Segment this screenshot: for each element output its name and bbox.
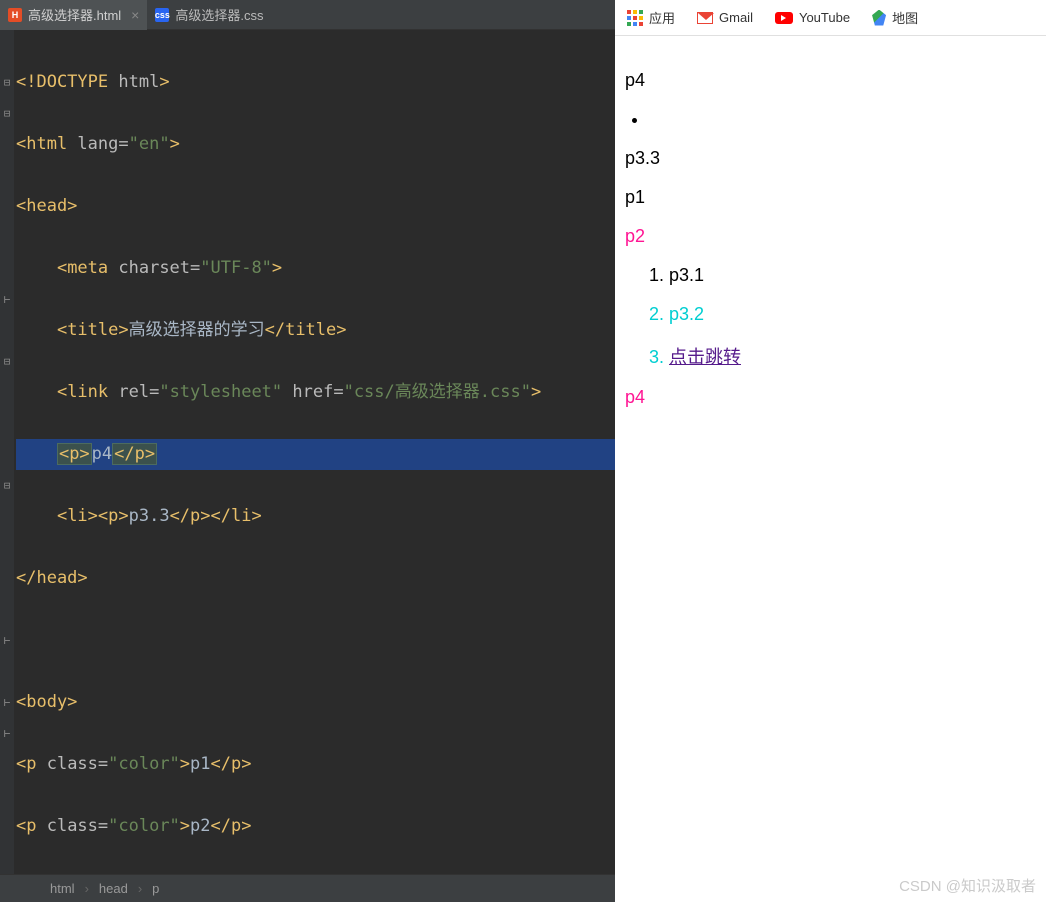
list-item: p3.1 [669, 265, 1036, 286]
editor-pane: H 高级选择器.html × css 高级选择器.css ⊟ ⊟ ⊢ ⊟ ⊟ [0, 0, 615, 902]
text-p4b: p4 [625, 387, 1036, 408]
rendered-page: p4 p3.3 p1 p2 p3.1 p3.2 点击跳转 p4 [615, 36, 1046, 442]
bookmark-youtube[interactable]: YouTube [775, 10, 850, 25]
text-p1: p1 [625, 187, 1036, 208]
breadcrumb-item[interactable]: p [152, 881, 159, 896]
close-icon[interactable]: × [131, 7, 139, 23]
chevron-right-icon: › [138, 881, 142, 896]
apps-icon [627, 10, 643, 26]
text-p33: p3.3 [625, 148, 1036, 169]
bookmarks-bar: 应用 Gmail YouTube 地图 [615, 0, 1046, 36]
bookmark-apps[interactable]: 应用 [627, 8, 675, 27]
empty-list-item [649, 109, 1036, 130]
editor-tabs: H 高级选择器.html × css 高级选择器.css [0, 0, 615, 30]
list-item: p3.2 [669, 304, 1036, 325]
youtube-icon [775, 12, 793, 24]
browser-pane: 应用 Gmail YouTube 地图 p4 p3.3 p1 p2 p3.1 p… [615, 0, 1046, 902]
bookmark-gmail[interactable]: Gmail [697, 10, 753, 25]
tab-html-file[interactable]: H 高级选择器.html × [0, 0, 147, 30]
breadcrumb[interactable]: html › head › p [0, 874, 615, 902]
text-p2: p2 [625, 226, 1036, 247]
breadcrumb-item[interactable]: head [99, 881, 128, 896]
gmail-icon [697, 12, 713, 24]
bookmark-maps[interactable]: 地图 [872, 8, 918, 27]
css-file-icon: css [155, 8, 169, 22]
html-file-icon: H [8, 8, 22, 22]
code-content[interactable]: <!DOCTYPE html> <html lang="en"> <head> … [14, 30, 615, 874]
tab-css-file[interactable]: css 高级选择器.css [147, 0, 271, 30]
maps-icon [872, 10, 886, 26]
link-jump[interactable]: 点击跳转 [669, 347, 741, 367]
fold-gutter: ⊟ ⊟ ⊢ ⊟ ⊟ ⊢ ⊢ ⊢ [0, 30, 14, 874]
list-item: 点击跳转 [669, 343, 1036, 369]
code-area[interactable]: ⊟ ⊟ ⊢ ⊟ ⊟ ⊢ ⊢ ⊢ <!DOCTYPE html> <html la… [0, 30, 615, 874]
tab-label: 高级选择器.css [175, 5, 263, 24]
text-p4: p4 [625, 70, 1036, 91]
chevron-right-icon: › [85, 881, 89, 896]
tab-label: 高级选择器.html [28, 5, 121, 24]
breadcrumb-item[interactable]: html [50, 881, 75, 896]
